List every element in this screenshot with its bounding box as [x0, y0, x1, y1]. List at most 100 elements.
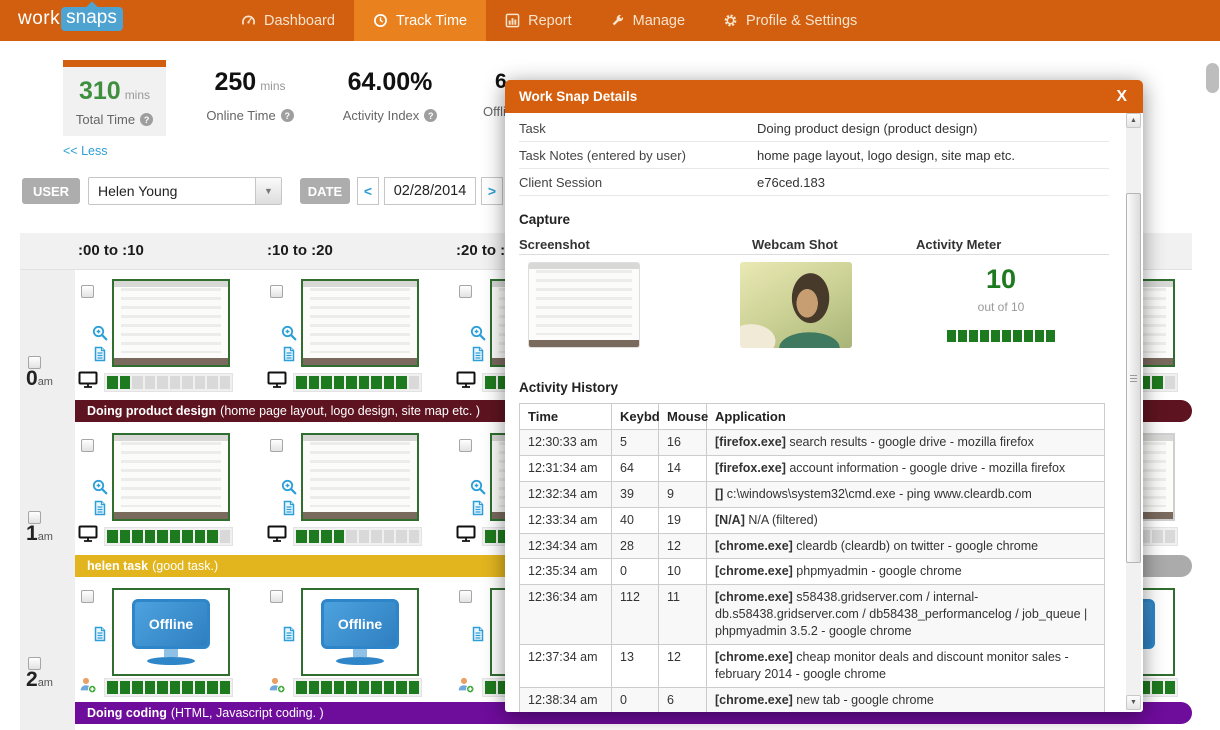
history-row: 12:32:34 am399[] c:\windows\system32\cmd… — [520, 481, 1105, 507]
offline-thumbnail[interactable]: Offline — [301, 588, 419, 676]
snap-checkbox[interactable] — [81, 285, 94, 298]
meter-col-header: Activity Meter — [916, 237, 1001, 252]
monitor-icon — [456, 371, 476, 391]
detail-label: Client Session — [519, 175, 757, 190]
snap-checkbox[interactable] — [459, 285, 472, 298]
activity-segment — [157, 530, 168, 543]
snap-checkbox[interactable] — [270, 439, 283, 452]
history-time: 12:36:34 am — [520, 585, 612, 645]
worksnaps-logo[interactable]: work snaps — [18, 7, 123, 31]
activity-segment — [195, 681, 206, 694]
date-input[interactable] — [384, 177, 476, 205]
history-keybd: 39 — [612, 481, 659, 507]
zoom-icon[interactable] — [281, 325, 297, 341]
scroll-up-icon[interactable]: ▲ — [1126, 113, 1141, 128]
close-icon[interactable]: X — [1116, 88, 1143, 106]
notes-icon[interactable] — [470, 500, 486, 516]
meter-segment — [1035, 330, 1045, 342]
snap-checkbox[interactable] — [459, 439, 472, 452]
prev-date-button[interactable]: < — [357, 177, 379, 205]
history-keybd: 28 — [612, 533, 659, 559]
activity-segment — [359, 376, 370, 389]
history-app: [firefox.exe] account information - goog… — [707, 455, 1105, 481]
history-time: 12:32:34 am — [520, 481, 612, 507]
grid-col-header: :00 to :10 — [78, 242, 144, 259]
notes-icon[interactable] — [281, 626, 297, 642]
activity-segment — [182, 681, 193, 694]
user-filter-label: USER — [22, 178, 80, 204]
capture-webcam-thumbnail[interactable] — [740, 262, 852, 348]
activity-bar — [104, 678, 233, 697]
user-select[interactable]: Helen Young ▼ — [88, 177, 282, 205]
history-mouse: 10 — [659, 559, 707, 585]
page-scrollbar-thumb[interactable] — [1206, 63, 1219, 93]
snap-checkbox[interactable] — [81, 439, 94, 452]
notes-icon[interactable] — [281, 500, 297, 516]
nav-item-dashboard[interactable]: Dashboard — [222, 0, 354, 41]
collapse-less-link[interactable]: << Less — [63, 144, 107, 158]
stat-offline-label-partial: Offli — [483, 104, 506, 119]
history-row: 12:36:34 am11211[chrome.exe] s58438.grid… — [520, 585, 1105, 645]
notes-icon[interactable] — [281, 346, 297, 362]
activity-segment — [220, 376, 231, 389]
snap-checkbox[interactable] — [81, 590, 94, 603]
online-time-unit: mins — [260, 79, 285, 93]
user-add-icon — [268, 676, 286, 694]
activity-segment — [359, 530, 370, 543]
capture-screenshot-thumbnail[interactable] — [528, 262, 640, 348]
activity-segment — [207, 530, 218, 543]
detail-row: Task Notes (entered by user) home page l… — [519, 142, 1109, 169]
snapshot-thumbnail[interactable] — [112, 279, 230, 367]
nav-item-track-time[interactable]: Track Time — [354, 0, 486, 41]
modal-scrollbar-thumb[interactable] — [1126, 193, 1141, 563]
next-date-button[interactable]: > — [481, 177, 503, 205]
snap-checkbox[interactable] — [270, 590, 283, 603]
zoom-icon[interactable] — [281, 479, 297, 495]
activity-segment — [145, 376, 156, 389]
activity-bar — [293, 527, 422, 546]
snapshot-thumbnail[interactable] — [301, 279, 419, 367]
activity-bar — [104, 527, 233, 546]
gear-icon — [723, 13, 738, 28]
stat-total-time: 310 mins Total Time ? — [63, 60, 166, 136]
help-icon[interactable]: ? — [140, 113, 153, 126]
activity-segment — [346, 530, 357, 543]
notes-icon[interactable] — [470, 626, 486, 642]
chart-icon — [505, 13, 520, 28]
meter-segment — [1046, 330, 1056, 342]
scroll-down-icon[interactable]: ▼ — [1126, 695, 1141, 710]
activity-segment — [485, 530, 496, 543]
snapshot-thumbnail[interactable] — [301, 433, 419, 521]
activity-meter: 10 out of 10 — [916, 264, 1086, 347]
help-icon[interactable]: ? — [424, 109, 437, 122]
history-row: 12:35:34 am010[chrome.exe] phpmyadmin - … — [520, 559, 1105, 585]
snap-checkbox[interactable] — [459, 590, 472, 603]
snapshot-thumbnail[interactable] — [112, 433, 230, 521]
notes-icon[interactable] — [92, 626, 108, 642]
nav-item-report[interactable]: Report — [486, 0, 591, 41]
zoom-icon[interactable] — [92, 479, 108, 495]
activity-segment — [485, 681, 496, 694]
modal-scrollbar: ▲ ▼ — [1126, 113, 1141, 710]
meter-segment — [947, 330, 957, 342]
snap-checkbox[interactable] — [270, 285, 283, 298]
zoom-icon[interactable] — [92, 325, 108, 341]
zoom-icon[interactable] — [470, 479, 486, 495]
notes-icon[interactable] — [470, 346, 486, 362]
activity-segment — [321, 376, 332, 389]
modal-body: Task Doing product design (product desig… — [505, 113, 1143, 712]
activity-segment — [132, 376, 143, 389]
offline-thumbnail[interactable]: Offline — [112, 588, 230, 676]
activity-segment — [195, 530, 206, 543]
offline-monitor-graphic: Offline — [321, 599, 399, 649]
notes-icon[interactable] — [92, 500, 108, 516]
nav-item-profile-settings[interactable]: Profile & Settings — [704, 0, 876, 41]
activity-segment — [132, 681, 143, 694]
logo-text-work: work — [18, 8, 60, 30]
notes-icon[interactable] — [92, 346, 108, 362]
zoom-icon[interactable] — [470, 325, 486, 341]
history-app: [chrome.exe] s58438.gridserver.com / int… — [707, 585, 1105, 645]
activity-segment — [309, 681, 320, 694]
help-icon[interactable]: ? — [281, 109, 294, 122]
nav-item-manage[interactable]: Manage — [591, 0, 704, 41]
